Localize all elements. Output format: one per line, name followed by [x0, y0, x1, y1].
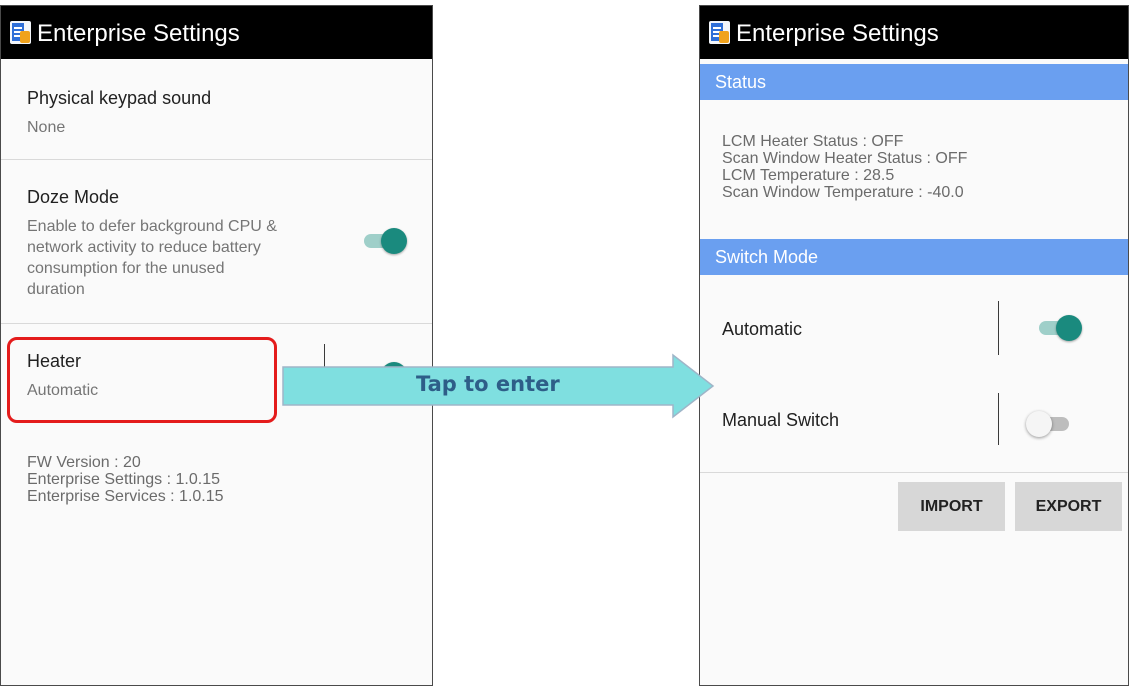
divider-vertical [998, 301, 999, 355]
item-summary: None [27, 119, 66, 136]
item-title: Physical keypad sound [27, 88, 212, 108]
app-title: Enterprise Settings [37, 20, 240, 47]
scan-window-heater-status: Scan Window Heater Status : OFF [722, 150, 968, 167]
item-title: Doze Mode [27, 187, 120, 207]
item-summary-line: consumption for the unused [27, 260, 225, 277]
lcm-temperature: LCM Temperature : 28.5 [722, 167, 895, 184]
divider-vertical [998, 393, 999, 445]
enterprise-settings-app-icon [709, 21, 730, 44]
enterprise-services-version: Enterprise Services : 1.0.15 [27, 488, 224, 505]
switch-label: Manual Switch [722, 410, 840, 430]
switch-label: Automatic [722, 319, 803, 339]
section-header-label: Status [715, 72, 767, 92]
app-title: Enterprise Settings [736, 20, 939, 47]
right-phone-screen: Enterprise Settings Status LCM Heater St… [699, 5, 1129, 686]
export-button[interactable]: EXPORT [1015, 482, 1122, 531]
arrow-label: Tap to enter [416, 372, 560, 396]
fw-version: FW Version : 20 [27, 454, 141, 471]
divider [1, 159, 432, 160]
switch-mode-section-header: Switch Mode [700, 239, 1128, 275]
app-title-bar: Enterprise Settings [700, 6, 1128, 59]
enterprise-settings-app-icon [10, 21, 31, 44]
heater-highlight-box [7, 337, 277, 423]
divider [700, 472, 1128, 473]
item-summary-line: duration [27, 281, 85, 298]
scan-window-temperature: Scan Window Temperature : -40.0 [722, 184, 964, 201]
section-header-label: Switch Mode [715, 247, 819, 267]
automatic-toggle[interactable] [1034, 312, 1082, 342]
manual-switch-toggle[interactable] [1026, 408, 1074, 438]
enterprise-settings-version: Enterprise Settings : 1.0.15 [27, 471, 220, 488]
item-summary-line: Enable to defer background CPU & [27, 218, 277, 235]
status-section-header: Status [700, 64, 1128, 100]
doze-mode-toggle[interactable] [359, 225, 407, 255]
divider [1, 323, 432, 324]
app-title-bar: Enterprise Settings [1, 6, 432, 59]
item-summary-line: network activity to reduce battery [27, 239, 261, 256]
import-button[interactable]: IMPORT [898, 482, 1005, 531]
lcm-heater-status: LCM Heater Status : OFF [722, 133, 904, 150]
